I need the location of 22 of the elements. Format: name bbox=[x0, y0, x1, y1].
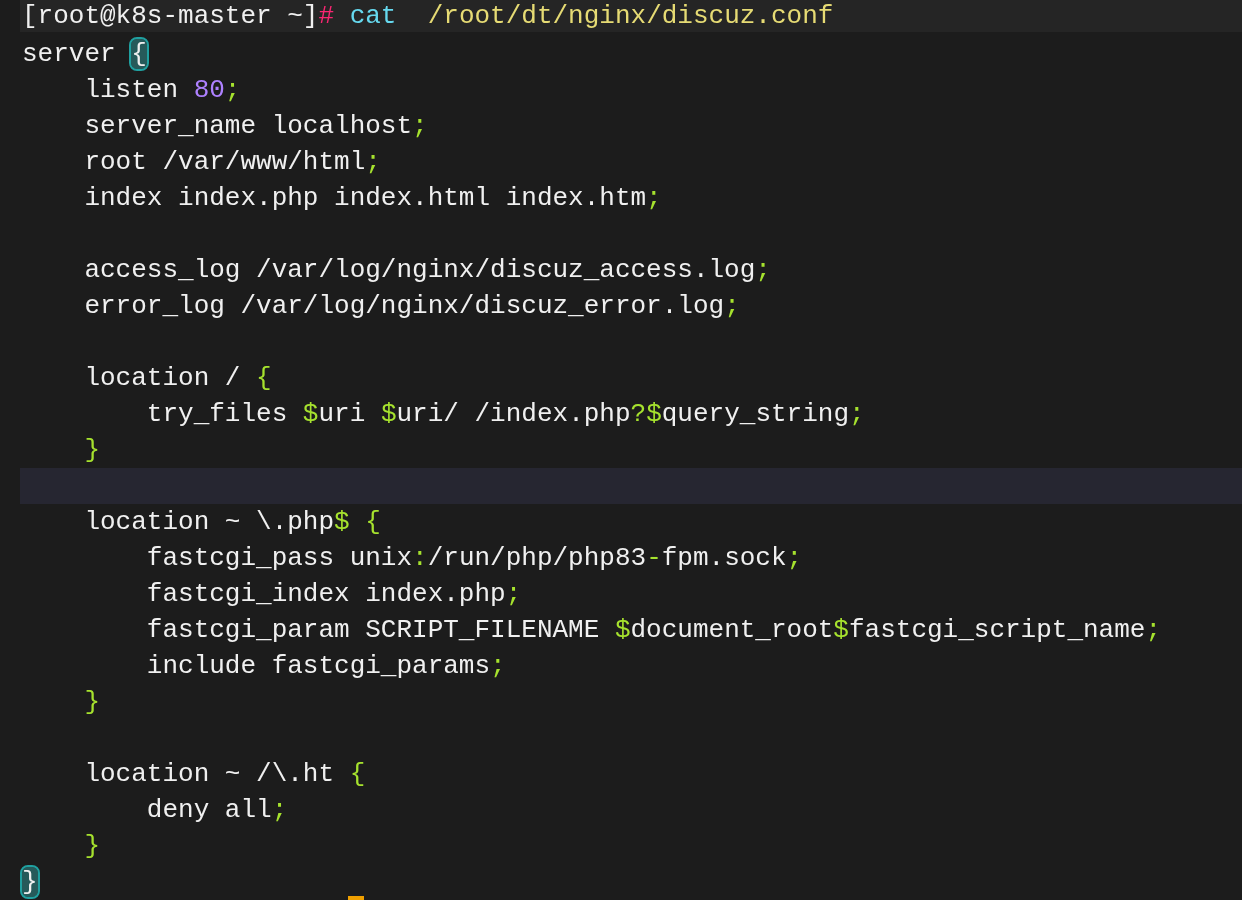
code-line: server { bbox=[22, 38, 147, 71]
code-line: error_log /var/log/nginx/discuz_error.log; bbox=[83, 290, 740, 323]
command-prompt: [root@k8s-master ~]# cat /root/dt/nginx/discuz.conf bbox=[22, 0, 834, 32]
code-line: location ~ /\.ht { bbox=[83, 758, 366, 791]
code-line: fastcgi_pass unix:/run/php/php83-fpm.sock; bbox=[145, 542, 803, 575]
code-line: } bbox=[83, 434, 100, 467]
code-line: listen 80; bbox=[83, 74, 241, 107]
code-line: location ~ \.php$ { bbox=[83, 506, 381, 539]
code-line: include fastcgi_params; bbox=[145, 650, 506, 683]
code-line: } bbox=[83, 830, 100, 863]
code-line: access_log /var/log/nginx/discuz_access.log; bbox=[83, 254, 771, 287]
code-line: try_files $uri $uri/ /index.php?$query_string; bbox=[145, 398, 865, 431]
code-line: server_name localhost; bbox=[83, 110, 428, 143]
code-line: index index.php index.html index.htm; bbox=[83, 182, 662, 215]
code-line: root /var/www/html; bbox=[83, 146, 381, 179]
code-line: fastcgi_param SCRIPT_FILENAME $document_root$fastcgi_script_name; bbox=[145, 614, 1162, 647]
code-line: fastcgi_index index.php; bbox=[145, 578, 522, 611]
code-line: } bbox=[22, 866, 38, 899]
code-line: deny all; bbox=[145, 794, 288, 827]
code-line: location / { bbox=[83, 362, 272, 395]
code-line: } bbox=[83, 686, 100, 719]
scroll-marker bbox=[348, 896, 364, 900]
